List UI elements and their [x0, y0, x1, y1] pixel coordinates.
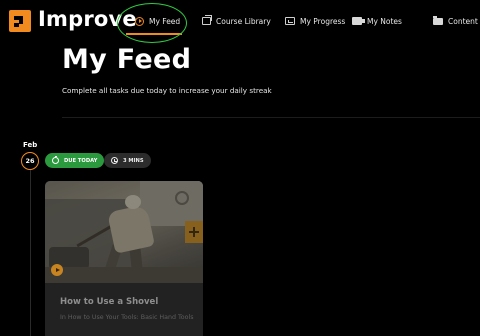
page-title: My Feed: [62, 44, 192, 75]
course-thumbnail: [45, 181, 203, 283]
divider: [62, 117, 480, 118]
top-navigation: Improve My Feed Course Library My Progre…: [0, 0, 480, 43]
badge-label: DUE TODAY: [64, 157, 98, 164]
highlight-ring: [117, 3, 187, 43]
notes-icon: [352, 17, 365, 25]
nav-item-course-library[interactable]: Course Library: [202, 14, 271, 28]
play-icon[interactable]: [51, 264, 63, 276]
nav-item-my-notes[interactable]: My Notes: [352, 14, 402, 28]
nav-item-label: My Progress: [300, 16, 346, 26]
nav-item-label: Content M: [448, 16, 480, 26]
nav-item-label: Course Library: [216, 16, 271, 26]
date-day-badge: 26: [21, 152, 39, 170]
clock-icon: [111, 157, 118, 164]
progress-icon: [285, 17, 295, 25]
page-subtitle: Complete all tasks due today to increase…: [62, 86, 272, 95]
library-icon: [202, 15, 212, 25]
due-today-badge: DUE TODAY: [45, 153, 105, 168]
nav-item-label: My Notes: [367, 16, 402, 26]
timeline-line: [30, 170, 31, 336]
course-subtitle: In How to Use Your Tools: Basic Hand Too…: [60, 314, 194, 321]
nav-item-my-progress[interactable]: My Progress: [285, 14, 345, 28]
folder-icon: [433, 15, 443, 25]
stopwatch-icon: [52, 155, 59, 164]
improve-logo-icon[interactable]: [9, 10, 31, 32]
nav-item-content[interactable]: Content M: [433, 14, 480, 28]
duration-badge: 3 MINS: [104, 153, 151, 168]
course-title[interactable]: How to Use a Shovel: [60, 297, 158, 307]
date-month: Feb: [23, 141, 38, 149]
badge-label: 3 MINS: [123, 157, 144, 164]
